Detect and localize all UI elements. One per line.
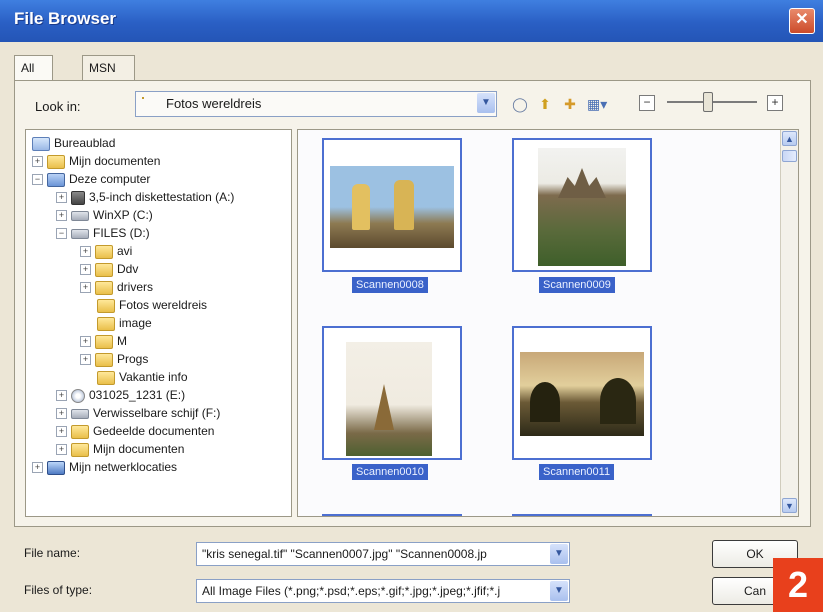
up-folder-icon[interactable]: ⬆ bbox=[535, 95, 555, 113]
tree-item[interactable]: +031025_1231 (E:) bbox=[56, 386, 185, 404]
folder-icon bbox=[95, 244, 113, 259]
tree-item-selected[interactable]: Fotos wereldreis bbox=[97, 296, 207, 314]
zoom-out-button[interactable]: − bbox=[639, 95, 655, 111]
tree-item[interactable]: +3,5-inch diskettestation (A:) bbox=[56, 188, 234, 206]
tree-item[interactable]: Vakantie info bbox=[97, 368, 188, 386]
thumbnail-label[interactable]: Scannen0010 bbox=[352, 464, 428, 480]
thumbnail-card[interactable] bbox=[512, 138, 652, 272]
tab-panel: Look in: Fotos wereldreis ▼ ◯ ⬆ ✚ ▦▾ − +… bbox=[14, 80, 811, 527]
computer-icon bbox=[47, 172, 65, 187]
folder-tree[interactable]: Bureaublad + Mijn documenten − Deze comput… bbox=[25, 129, 292, 517]
folder-icon bbox=[142, 97, 144, 99]
desktop-icon bbox=[32, 136, 50, 151]
folder-icon bbox=[97, 298, 115, 313]
thumbnail-card[interactable] bbox=[322, 514, 462, 516]
floppy-icon bbox=[71, 190, 85, 205]
folder-icon bbox=[71, 424, 89, 439]
photo-pagoda bbox=[346, 342, 432, 456]
tree-item[interactable]: − Deze computer bbox=[32, 170, 150, 188]
photo-temple bbox=[538, 148, 626, 266]
chevron-down-icon[interactable]: ▼ bbox=[550, 581, 568, 601]
network-icon bbox=[47, 460, 65, 475]
look-in-dropdown[interactable]: Fotos wereldreis ▼ bbox=[135, 91, 497, 117]
tab-msn-groups[interactable]: MSN Groups bbox=[82, 55, 136, 99]
folder-icon bbox=[95, 352, 113, 367]
look-in-label: Look in: bbox=[35, 99, 81, 114]
step-number-badge: 2 bbox=[773, 558, 823, 612]
back-icon[interactable]: ◯ bbox=[510, 95, 530, 113]
tree-item[interactable]: + Mijn documenten bbox=[56, 440, 184, 458]
thumbnail-grid[interactable]: Scannen0008 Scannen0009 Scannen0010 Scan… bbox=[297, 129, 799, 517]
thumbnail-label[interactable]: Scannen0009 bbox=[539, 277, 615, 293]
drive-icon bbox=[71, 408, 89, 419]
tree-item[interactable]: + Verwisselbare schijf (F:) bbox=[56, 404, 220, 422]
tree-item[interactable]: + avi bbox=[80, 242, 132, 260]
thumbnail-card[interactable] bbox=[512, 514, 652, 516]
scroll-thumb[interactable] bbox=[782, 150, 797, 162]
folder-icon bbox=[97, 316, 115, 331]
zoom-in-button[interactable]: + bbox=[767, 95, 783, 111]
drive-icon bbox=[71, 210, 89, 221]
photo-sunset-palms bbox=[520, 352, 644, 436]
tree-item[interactable]: − FILES (D:) bbox=[56, 224, 150, 242]
tree-item[interactable]: image bbox=[97, 314, 152, 332]
thumbnail-label[interactable]: Scannen0011 bbox=[539, 464, 615, 480]
window-title: File Browser bbox=[14, 9, 117, 28]
drive-icon bbox=[71, 228, 89, 239]
tree-item[interactable]: + drivers bbox=[80, 278, 153, 296]
file-type-select[interactable]: All Image Files (*.png;*.psd;*.eps;*.gif… bbox=[196, 579, 570, 603]
folder-icon bbox=[95, 262, 113, 277]
view-menu-icon[interactable]: ▦▾ bbox=[587, 95, 607, 113]
tree-item[interactable]: + Gedeelde documenten bbox=[56, 422, 214, 440]
vertical-scrollbar[interactable]: ▲ ▼ bbox=[780, 130, 798, 516]
thumbnail-card[interactable] bbox=[322, 138, 462, 272]
chevron-down-icon[interactable]: ▼ bbox=[550, 544, 568, 564]
thumbnail-card[interactable] bbox=[512, 326, 652, 460]
scroll-down-icon[interactable]: ▼ bbox=[782, 498, 797, 513]
title-bar[interactable]: File Browser ✕ bbox=[0, 0, 823, 42]
file-name-input[interactable]: "kris senegal.tif" "Scannen0007.jpg" "Sc… bbox=[196, 542, 570, 566]
new-folder-icon[interactable]: ✚ bbox=[560, 95, 580, 113]
chevron-down-icon[interactable]: ▼ bbox=[477, 93, 495, 113]
tree-item[interactable]: Bureaublad bbox=[32, 134, 115, 152]
thumbnail-card[interactable] bbox=[322, 326, 462, 460]
cd-icon bbox=[71, 388, 85, 403]
tree-item[interactable]: + M bbox=[80, 332, 127, 350]
folder-icon bbox=[95, 334, 113, 349]
tab-all-files[interactable]: All Files bbox=[14, 55, 54, 99]
tree-item[interactable]: + WinXP (C:) bbox=[56, 206, 153, 224]
tree-item[interactable]: + Mijn documenten bbox=[32, 152, 160, 170]
tree-item[interactable]: + Progs bbox=[80, 350, 148, 368]
folder-icon bbox=[95, 280, 113, 295]
tree-item[interactable]: + Mijn netwerklocaties bbox=[32, 458, 177, 476]
folder-icon bbox=[97, 370, 115, 385]
folder-icon bbox=[71, 442, 89, 457]
thumbnail-label[interactable]: Scannen0008 bbox=[352, 277, 428, 293]
folder-icon bbox=[47, 154, 65, 169]
file-type-label: Files of type: bbox=[24, 583, 93, 597]
slider-handle[interactable] bbox=[703, 92, 713, 112]
close-icon[interactable]: ✕ bbox=[789, 8, 815, 34]
scroll-up-icon[interactable]: ▲ bbox=[782, 131, 797, 146]
tree-item[interactable]: + Ddv bbox=[80, 260, 138, 278]
file-browser-dialog: File Browser ✕ All Files MSN Groups Look… bbox=[0, 0, 823, 612]
photo-buddha-statues bbox=[330, 166, 454, 248]
file-name-label: File name: bbox=[24, 546, 81, 560]
look-in-value: Fotos wereldreis bbox=[166, 96, 262, 111]
